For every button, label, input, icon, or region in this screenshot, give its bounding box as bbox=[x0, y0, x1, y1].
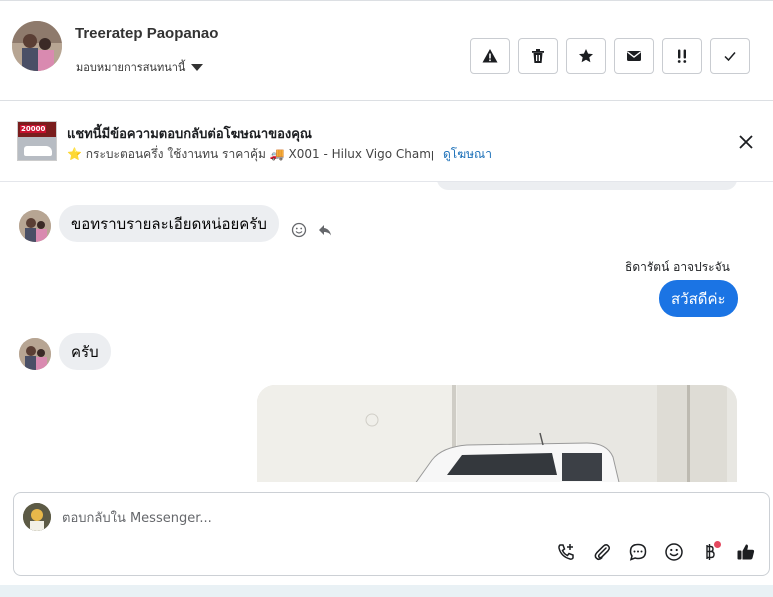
incoming-message: ครับ bbox=[59, 333, 111, 370]
call-button[interactable] bbox=[555, 541, 577, 563]
message-tools bbox=[291, 222, 333, 238]
assign-conversation-dropdown[interactable]: มอบหมายการสนทนานี้ bbox=[76, 58, 204, 76]
close-icon[interactable] bbox=[737, 133, 755, 151]
contact-avatar[interactable] bbox=[12, 21, 62, 71]
message-text: ขอทราบรายละเอียดหน่อยครับ bbox=[71, 214, 267, 233]
saved-replies-button[interactable] bbox=[627, 541, 649, 563]
assign-label: มอบหมายการสนทนานี้ bbox=[76, 61, 186, 74]
notification-dot bbox=[714, 541, 721, 548]
ad-banner-title: แชทนี้มีข้อความตอบกลับต่อโฆษณาของคุณ bbox=[67, 127, 312, 142]
attach-button[interactable] bbox=[591, 541, 613, 563]
message-text: ครับ bbox=[71, 342, 99, 361]
previous-message-bubble bbox=[437, 182, 737, 190]
react-emoji-icon[interactable] bbox=[291, 222, 307, 238]
thumbs-up-icon bbox=[737, 544, 755, 560]
thread-scrollbar[interactable] bbox=[765, 182, 773, 482]
payment-button[interactable] bbox=[699, 541, 721, 563]
contact-name: Treeratep Paopanao bbox=[75, 25, 219, 42]
contact-avatar-small[interactable] bbox=[19, 210, 51, 242]
follow-up-icon bbox=[677, 49, 687, 63]
chat-bubble-icon bbox=[629, 543, 647, 561]
conversation-header: Treeratep Paopanao มอบหมายการสนทนานี้ bbox=[0, 1, 773, 101]
photo-attachment[interactable] bbox=[257, 385, 737, 482]
outgoing-message: สวัสดีค่ะ bbox=[659, 280, 738, 317]
warning-icon bbox=[482, 49, 498, 63]
call-add-icon bbox=[558, 544, 574, 560]
mark-done-button[interactable] bbox=[710, 38, 750, 74]
emoji-button[interactable] bbox=[663, 541, 685, 563]
paperclip-icon bbox=[594, 544, 611, 561]
reply-composer bbox=[13, 492, 770, 576]
conversation-actions bbox=[470, 38, 750, 74]
mark-unread-button[interactable] bbox=[614, 38, 654, 74]
trash-icon bbox=[532, 49, 544, 63]
envelope-icon bbox=[627, 51, 641, 61]
conversation-panel: Treeratep Paopanao มอบหมายการสนทนานี้ 20… bbox=[0, 0, 773, 585]
check-icon bbox=[724, 52, 736, 62]
message-thread[interactable]: ขอทราบรายละเอียดหน่อยครับ ธิดารัตน์ อาจป… bbox=[0, 182, 773, 482]
ad-thumbnail[interactable]: 20000 bbox=[17, 121, 57, 161]
ad-description: ⭐ กระบะตอนครึ่ง ใช้งานทน ราคาคุ้ม 🚚 X001… bbox=[67, 147, 433, 161]
mark-spam-button[interactable] bbox=[470, 38, 510, 74]
incoming-message: ขอทราบรายละเอียดหน่อยครับ bbox=[59, 205, 279, 242]
reply-input[interactable] bbox=[62, 507, 662, 529]
follow-up-button[interactable] bbox=[662, 38, 702, 74]
page-avatar bbox=[23, 503, 51, 531]
emoji-icon bbox=[665, 543, 683, 561]
reply-icon[interactable] bbox=[317, 222, 333, 238]
sender-name: ธิดารัตน์ อาจประจัน bbox=[625, 260, 730, 274]
page-footer-strip bbox=[0, 585, 773, 597]
chevron-down-icon bbox=[191, 63, 204, 71]
like-button[interactable] bbox=[735, 541, 757, 563]
star-button[interactable] bbox=[566, 38, 606, 74]
ad-reply-banner: 20000 แชทนี้มีข้อความตอบกลับต่อโฆษณาของค… bbox=[0, 101, 773, 182]
composer-tools bbox=[555, 541, 757, 563]
contact-avatar-small[interactable] bbox=[19, 338, 51, 370]
ad-thumb-tag: 20000 bbox=[20, 125, 47, 133]
star-icon bbox=[579, 49, 593, 63]
view-ad-link[interactable]: ดูโฆษณา bbox=[443, 145, 492, 164]
delete-button[interactable] bbox=[518, 38, 558, 74]
ad-banner-subtitle: ⭐ กระบะตอนครึ่ง ใช้งานทน ราคาคุ้ม 🚚 X001… bbox=[67, 145, 507, 164]
message-text: สวัสดีค่ะ bbox=[671, 289, 726, 308]
car-image bbox=[24, 146, 52, 156]
